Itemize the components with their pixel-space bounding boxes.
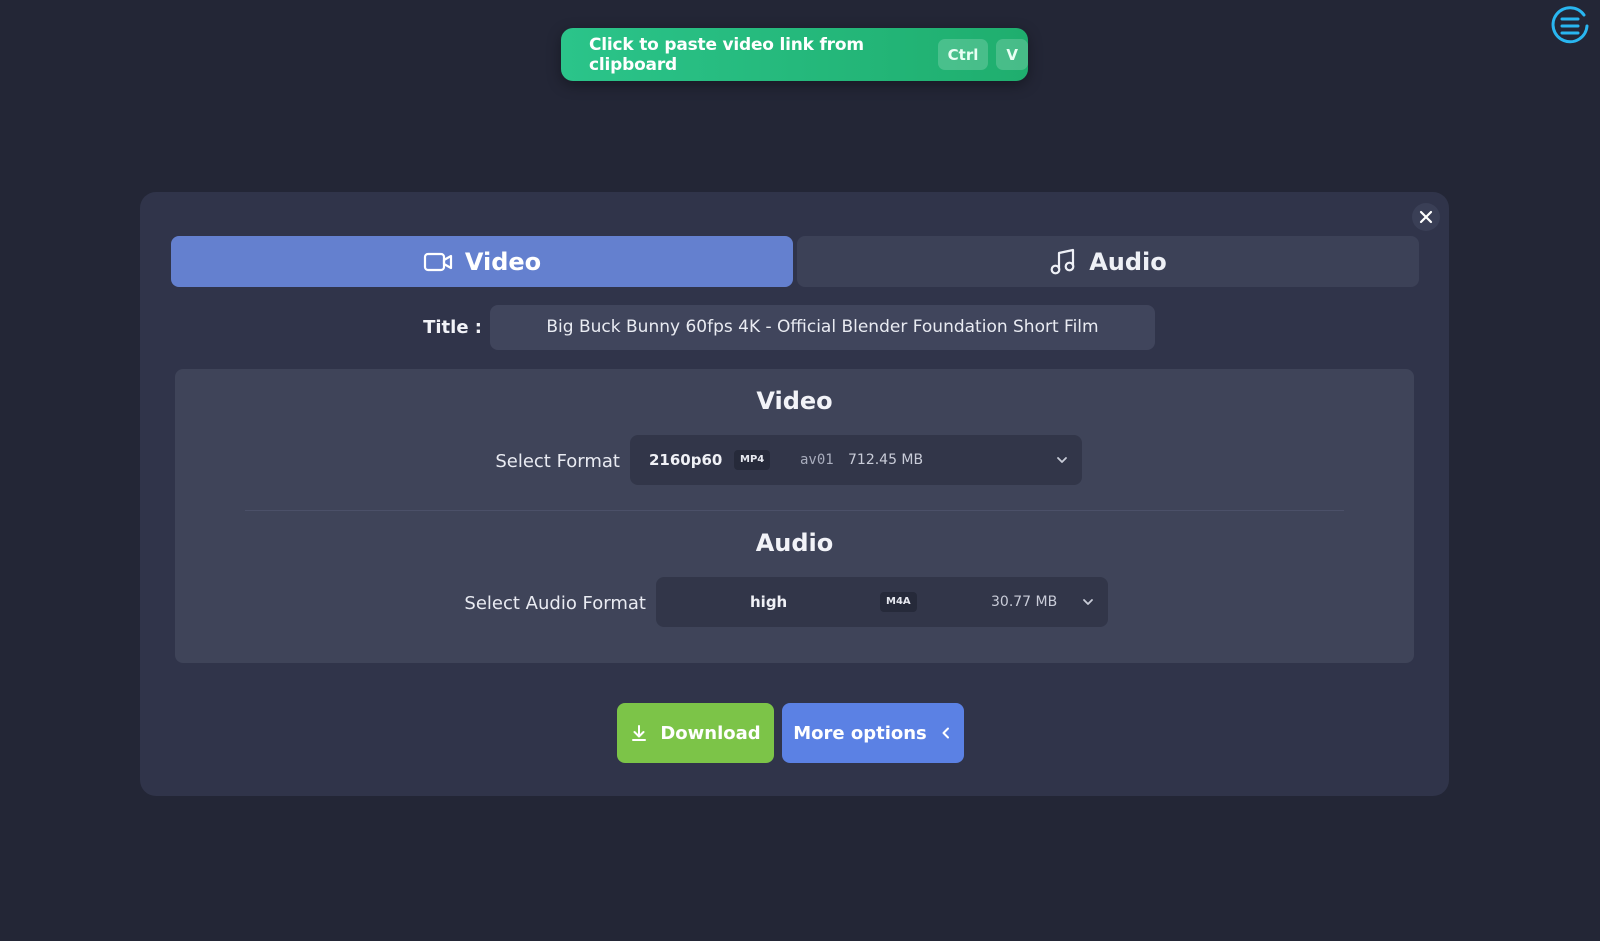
video-resolution: 2160p60 [649, 451, 723, 469]
audio-size: 30.77 MB [991, 594, 1058, 610]
section-divider [245, 510, 1344, 511]
kbd-ctrl: Ctrl [937, 39, 989, 70]
more-options-button[interactable]: More options [782, 703, 964, 763]
video-container-badge: MP4 [734, 450, 771, 470]
audio-format-label: Select Audio Format [464, 593, 646, 614]
title-field[interactable]: Big Buck Bunny 60fps 4K - Official Blend… [490, 305, 1155, 350]
paste-link-button[interactable]: Click to paste video link from clipboard… [561, 28, 1028, 81]
tab-audio[interactable]: Audio [797, 236, 1419, 287]
video-camera-icon [423, 252, 452, 271]
video-codec: av01 [800, 452, 834, 468]
paste-link-label: Click to paste video link from clipboard [589, 34, 864, 75]
close-icon [1419, 210, 1433, 224]
video-size: 712.45 MB [848, 452, 924, 468]
title-row: Title : Big Buck Bunny 60fps 4K - Offici… [0, 305, 1600, 350]
music-note-icon [1050, 248, 1075, 274]
close-button[interactable] [1412, 203, 1440, 231]
audio-quality: high [750, 593, 788, 611]
download-button[interactable]: Download [617, 703, 774, 763]
audio-format-select[interactable]: high M4A 30.77 MB [656, 577, 1108, 627]
kbd-v: V [996, 39, 1028, 70]
download-label: Download [660, 722, 761, 744]
video-format-label: Select Format [495, 451, 620, 472]
format-box: Video Select Format 2160p60 MP4 av01 712… [175, 369, 1414, 663]
menu-button[interactable] [1549, 5, 1591, 47]
menu-icon [1551, 6, 1589, 44]
download-icon [632, 725, 647, 741]
video-format-select[interactable]: 2160p60 MP4 av01 712.45 MB [630, 435, 1082, 485]
tab-video-label: Video [464, 247, 542, 276]
audio-section-heading: Audio [755, 529, 834, 557]
tab-audio-label: Audio [1089, 247, 1167, 276]
audio-container-badge: M4A [880, 592, 917, 612]
chevron-down-icon [1057, 457, 1067, 463]
video-section-heading: Video [756, 387, 833, 415]
chevron-down-icon [1083, 599, 1093, 605]
more-options-label: More options [793, 722, 927, 744]
title-label: Title : [423, 317, 482, 338]
tab-video[interactable]: Video [171, 236, 793, 287]
chevron-left-icon [942, 727, 949, 739]
